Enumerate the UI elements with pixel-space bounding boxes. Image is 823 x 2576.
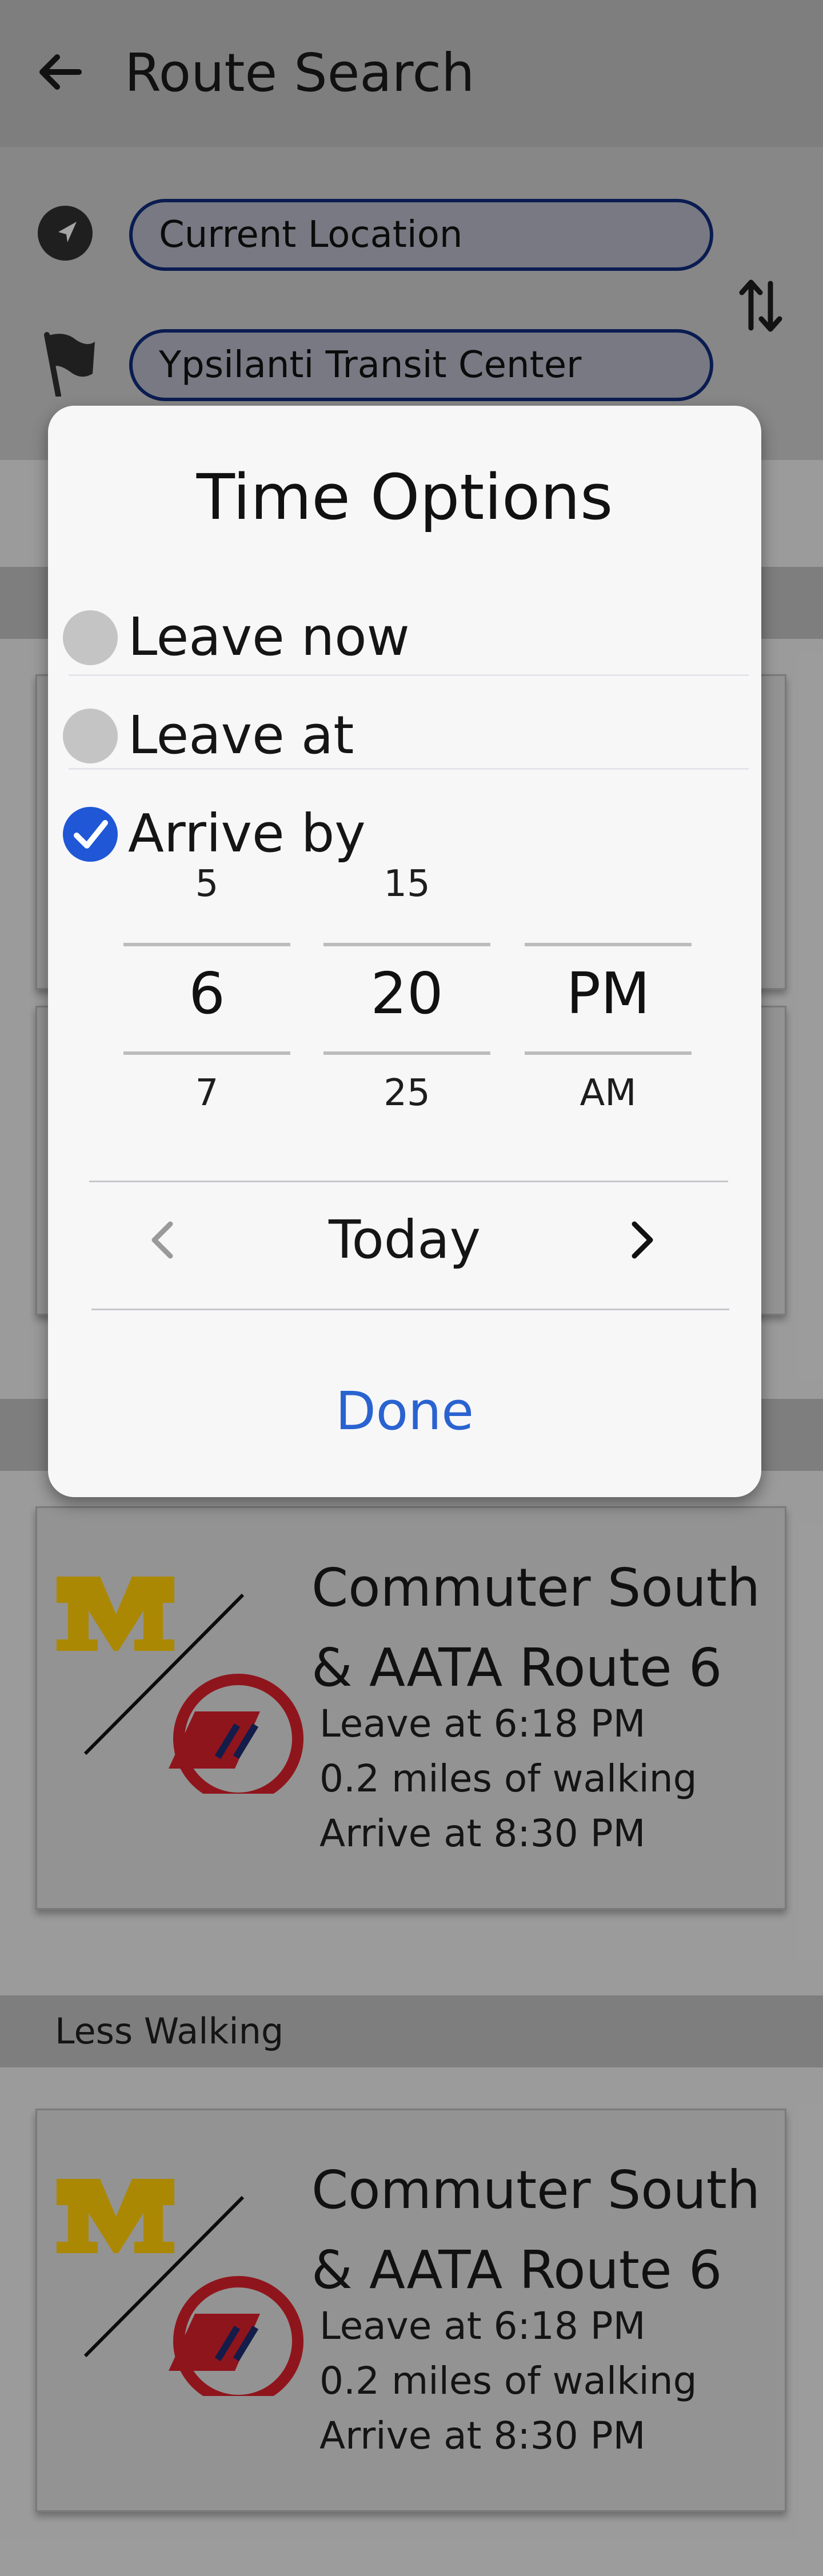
picker-divider — [323, 943, 490, 946]
picker-value-above[interactable]: 15 — [323, 863, 490, 905]
picker-selected-value[interactable]: 20 — [323, 960, 490, 1027]
picker-value-above[interactable]: 5 — [123, 863, 290, 905]
picker-selected-value[interactable]: PM — [525, 960, 692, 1027]
picker-divider — [123, 1051, 290, 1055]
minute-picker[interactable]: 15 20 25 — [323, 863, 490, 1126]
route-search-screen: Route Search Current Location Ypsilanti … — [0, 0, 823, 2576]
option-label: Leave now — [128, 606, 410, 667]
dialog-title: Time Options — [196, 461, 613, 534]
radio-unchecked-icon[interactable] — [63, 709, 118, 763]
checkmark-circle-icon[interactable] — [63, 807, 118, 862]
divider — [69, 768, 749, 770]
option-leave-at[interactable]: Leave at — [63, 687, 746, 778]
done-button[interactable]: Done — [48, 1377, 761, 1446]
picker-divider — [123, 943, 290, 946]
picker-value-below[interactable]: AM — [525, 1072, 692, 1114]
option-leave-now[interactable]: Leave now — [63, 589, 746, 680]
picker-divider — [525, 943, 692, 946]
picker-value-below[interactable]: 25 — [323, 1072, 490, 1114]
divider — [89, 1181, 728, 1182]
hour-picker[interactable]: 5 6 7 — [123, 863, 290, 1126]
picker-value-below[interactable]: 7 — [123, 1072, 290, 1114]
picker-divider — [323, 1051, 490, 1055]
option-label: Arrive by — [128, 803, 366, 864]
radio-unchecked-icon[interactable] — [63, 610, 118, 665]
divider — [69, 674, 749, 676]
picker-divider — [525, 1051, 692, 1055]
chevron-right-icon[interactable] — [620, 1211, 665, 1269]
am-pm-picker[interactable]: PM AM — [525, 863, 692, 1126]
picker-selected-value[interactable]: 6 — [123, 960, 290, 1027]
divider — [91, 1309, 729, 1310]
option-label: Leave at — [128, 705, 354, 766]
time-options-dialog: Time Options Leave now Leave at Arrive b… — [48, 406, 761, 1497]
